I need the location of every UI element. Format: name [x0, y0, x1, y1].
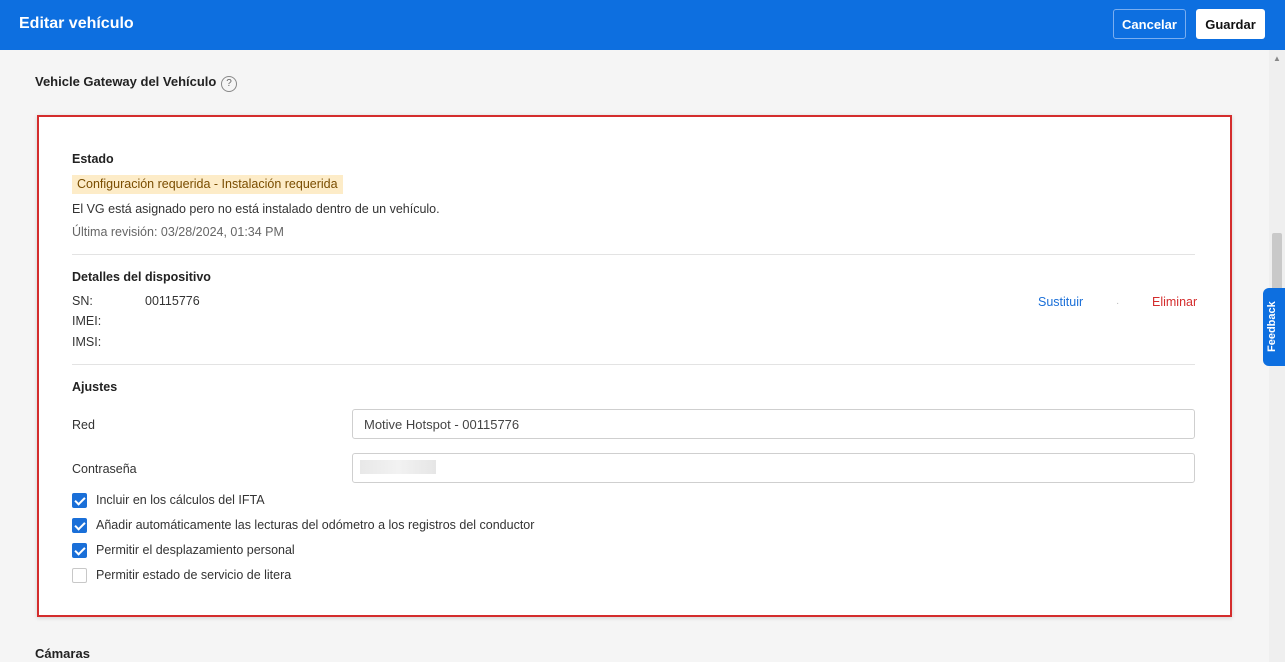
sleeper-berth-checkbox[interactable] — [72, 568, 87, 583]
divider — [72, 254, 1195, 255]
section-title: Vehicle Gateway del Vehículo — [35, 74, 217, 89]
cancel-button[interactable]: Cancelar — [1113, 9, 1186, 39]
status-heading: Estado — [72, 152, 114, 166]
sn-value: 00115776 — [145, 294, 200, 308]
page-title: Editar vehículo — [19, 15, 134, 32]
top-bar: Editar vehículo Cancelar Guardar — [0, 0, 1285, 50]
password-label: Contraseña — [72, 462, 137, 476]
personal-conveyance-checkbox[interactable] — [72, 543, 87, 558]
imei-label: IMEI: — [72, 314, 102, 328]
network-label: Red — [72, 418, 95, 432]
divider — [72, 364, 1195, 365]
delete-link[interactable]: Eliminar — [1152, 295, 1197, 309]
status-badge: Configuración requerida - Instalación re… — [72, 175, 343, 194]
personal-conveyance-label: Permitir el desplazamiento personal — [96, 543, 295, 557]
password-input[interactable] — [352, 453, 1195, 483]
status-description: El VG está asignado pero no está instala… — [72, 202, 440, 216]
save-button[interactable]: Guardar — [1196, 9, 1265, 39]
imsi-label: IMSI: — [72, 335, 102, 349]
password-mask — [360, 460, 436, 474]
replace-link[interactable]: Sustituir — [1038, 295, 1083, 309]
feedback-label: Feedback — [1266, 301, 1278, 352]
odometer-label: Añadir automáticamente las lecturas del … — [96, 518, 535, 532]
cameras-section-title: Cámaras — [35, 646, 90, 661]
odometer-checkbox[interactable] — [72, 518, 87, 533]
sn-label: SN: — [72, 294, 93, 308]
scroll-up-arrow-icon[interactable]: ▲ — [1269, 54, 1285, 64]
feedback-tab[interactable]: Feedback — [1263, 288, 1285, 366]
separator-dot: · — [1116, 298, 1120, 309]
network-input[interactable] — [352, 409, 1195, 439]
sleeper-berth-label: Permitir estado de servicio de litera — [96, 568, 292, 582]
settings-heading: Ajustes — [72, 380, 118, 394]
last-review: Última revisión: 03/28/2024, 01:34 PM — [72, 225, 284, 239]
question-circle-icon[interactable]: ? — [221, 76, 237, 92]
device-heading: Detalles del dispositivo — [72, 270, 211, 284]
ifta-checkbox[interactable] — [72, 493, 87, 508]
ifta-label: Incluir en los cálculos del IFTA — [96, 493, 265, 507]
